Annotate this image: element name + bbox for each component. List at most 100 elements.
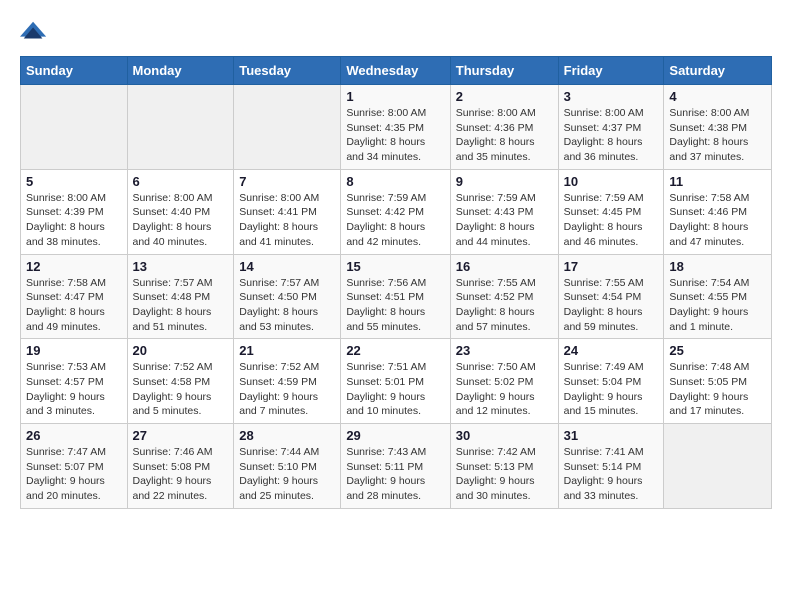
calendar-cell: 12Sunrise: 7:58 AMSunset: 4:47 PMDayligh… bbox=[21, 254, 128, 339]
column-header-monday: Monday bbox=[127, 57, 234, 85]
day-number: 12 bbox=[26, 259, 122, 274]
calendar-cell: 11 Sunrise: 7:58 AMSunset: 4:46 PMDayligh… bbox=[664, 169, 772, 254]
day-info: Sunrise: 8:00 AMSunset: 4:37 PMDaylight:… bbox=[564, 106, 659, 165]
day-number: 15 bbox=[346, 259, 444, 274]
page: SundayMondayTuesdayWednesdayThursdayFrid… bbox=[0, 0, 792, 527]
day-info: Sunrise: 7:52 AMSunset: 4:58 PMDaylight:… bbox=[133, 360, 229, 419]
day-info: Sunrise: 7:50 AMSunset: 5:02 PMDaylight:… bbox=[456, 360, 553, 419]
day-number: 29 bbox=[346, 428, 444, 443]
day-info: Sunrise: 8:00 AMSunset: 4:41 PMDaylight:… bbox=[239, 191, 335, 250]
column-header-saturday: Saturday bbox=[664, 57, 772, 85]
calendar-cell: 27 Sunrise: 7:46 AMSunset: 5:08 PMDayligh… bbox=[127, 424, 234, 509]
day-number: 7 bbox=[239, 174, 335, 189]
day-number: 30 bbox=[456, 428, 553, 443]
calendar-cell: 22 Sunrise: 7:51 AMSunset: 5:01 PMDayligh… bbox=[341, 339, 450, 424]
day-info: Sunrise: 8:00 AMSunset: 4:35 PMDaylight:… bbox=[346, 106, 444, 165]
day-number: 21 bbox=[239, 343, 335, 358]
calendar-cell: 25Sunrise: 7:48 AMSunset: 5:05 PMDayligh… bbox=[664, 339, 772, 424]
column-header-sunday: Sunday bbox=[21, 57, 128, 85]
day-info: Sunrise: 7:58 AMSunset: 4:46 PMDaylight:… bbox=[669, 191, 766, 250]
day-info: Sunrise: 7:55 AMSunset: 4:54 PMDaylight:… bbox=[564, 276, 659, 335]
day-number: 17 bbox=[564, 259, 659, 274]
column-header-tuesday: Tuesday bbox=[234, 57, 341, 85]
calendar-cell: 9Sunrise: 7:59 AMSunset: 4:43 PMDaylight… bbox=[450, 169, 558, 254]
day-info: Sunrise: 7:59 AMSunset: 4:45 PMDaylight:… bbox=[564, 191, 659, 250]
column-header-friday: Friday bbox=[558, 57, 664, 85]
day-number: 10 bbox=[564, 174, 659, 189]
day-info: Sunrise: 7:57 AMSunset: 4:50 PMDaylight:… bbox=[239, 276, 335, 335]
day-number: 26 bbox=[26, 428, 122, 443]
day-info: Sunrise: 7:47 AMSunset: 5:07 PMDaylight:… bbox=[26, 445, 122, 504]
day-number: 1 bbox=[346, 89, 444, 104]
calendar-cell: 14Sunrise: 7:57 AMSunset: 4:50 PMDayligh… bbox=[234, 254, 341, 339]
day-info: Sunrise: 8:00 AMSunset: 4:38 PMDaylight:… bbox=[669, 106, 766, 165]
calendar-header-row: SundayMondayTuesdayWednesdayThursdayFrid… bbox=[21, 57, 772, 85]
day-number: 20 bbox=[133, 343, 229, 358]
day-info: Sunrise: 7:59 AMSunset: 4:42 PMDaylight:… bbox=[346, 191, 444, 250]
logo bbox=[20, 18, 52, 46]
calendar-table: SundayMondayTuesdayWednesdayThursdayFrid… bbox=[20, 56, 772, 509]
calendar-cell: 8 Sunrise: 7:59 AMSunset: 4:42 PMDaylight… bbox=[341, 169, 450, 254]
day-number: 4 bbox=[669, 89, 766, 104]
calendar-cell: 17 Sunrise: 7:55 AMSunset: 4:54 PMDayligh… bbox=[558, 254, 664, 339]
calendar-cell bbox=[127, 85, 234, 170]
calendar-cell: 19 Sunrise: 7:53 AMSunset: 4:57 PMDayligh… bbox=[21, 339, 128, 424]
day-info: Sunrise: 7:44 AMSunset: 5:10 PMDaylight:… bbox=[239, 445, 335, 504]
calendar-week-3: 12Sunrise: 7:58 AMSunset: 4:47 PMDayligh… bbox=[21, 254, 772, 339]
calendar-cell: 28 Sunrise: 7:44 AMSunset: 5:10 PMDayligh… bbox=[234, 424, 341, 509]
calendar-cell: 18 Sunrise: 7:54 AMSunset: 4:55 PMDayligh… bbox=[664, 254, 772, 339]
day-info: Sunrise: 8:00 AMSunset: 4:39 PMDaylight:… bbox=[26, 191, 122, 250]
calendar-cell: 7 Sunrise: 8:00 AMSunset: 4:41 PMDaylight… bbox=[234, 169, 341, 254]
calendar-cell: 13 Sunrise: 7:57 AMSunset: 4:48 PMDayligh… bbox=[127, 254, 234, 339]
calendar-cell: 20 Sunrise: 7:52 AMSunset: 4:58 PMDayligh… bbox=[127, 339, 234, 424]
calendar-cell: 30Sunrise: 7:42 AMSunset: 5:13 PMDayligh… bbox=[450, 424, 558, 509]
day-number: 6 bbox=[133, 174, 229, 189]
day-info: Sunrise: 7:43 AMSunset: 5:11 PMDaylight:… bbox=[346, 445, 444, 504]
day-info: Sunrise: 7:51 AMSunset: 5:01 PMDaylight:… bbox=[346, 360, 444, 419]
calendar-week-5: 26 Sunrise: 7:47 AMSunset: 5:07 PMDayligh… bbox=[21, 424, 772, 509]
day-number: 24 bbox=[564, 343, 659, 358]
day-info: Sunrise: 8:00 AMSunset: 4:40 PMDaylight:… bbox=[133, 191, 229, 250]
day-number: 27 bbox=[133, 428, 229, 443]
day-info: Sunrise: 8:00 AMSunset: 4:36 PMDaylight:… bbox=[456, 106, 553, 165]
day-info: Sunrise: 7:49 AMSunset: 5:04 PMDaylight:… bbox=[564, 360, 659, 419]
calendar-cell: 5 Sunrise: 8:00 AMSunset: 4:39 PMDaylight… bbox=[21, 169, 128, 254]
column-header-wednesday: Wednesday bbox=[341, 57, 450, 85]
day-info: Sunrise: 7:46 AMSunset: 5:08 PMDaylight:… bbox=[133, 445, 229, 504]
day-info: Sunrise: 7:54 AMSunset: 4:55 PMDaylight:… bbox=[669, 276, 766, 335]
day-number: 16 bbox=[456, 259, 553, 274]
calendar-week-4: 19 Sunrise: 7:53 AMSunset: 4:57 PMDayligh… bbox=[21, 339, 772, 424]
day-number: 19 bbox=[26, 343, 122, 358]
calendar-cell: 26 Sunrise: 7:47 AMSunset: 5:07 PMDayligh… bbox=[21, 424, 128, 509]
column-header-thursday: Thursday bbox=[450, 57, 558, 85]
day-number: 23 bbox=[456, 343, 553, 358]
day-number: 5 bbox=[26, 174, 122, 189]
day-number: 3 bbox=[564, 89, 659, 104]
calendar-cell bbox=[664, 424, 772, 509]
calendar-cell: 21 Sunrise: 7:52 AMSunset: 4:59 PMDayligh… bbox=[234, 339, 341, 424]
calendar-week-1: 1 Sunrise: 8:00 AMSunset: 4:35 PMDaylight… bbox=[21, 85, 772, 170]
calendar-cell bbox=[21, 85, 128, 170]
calendar-cell: 24 Sunrise: 7:49 AMSunset: 5:04 PMDayligh… bbox=[558, 339, 664, 424]
day-number: 11 bbox=[669, 174, 766, 189]
day-info: Sunrise: 7:59 AMSunset: 4:43 PMDaylight:… bbox=[456, 191, 553, 250]
calendar-cell: 16 Sunrise: 7:55 AMSunset: 4:52 PMDayligh… bbox=[450, 254, 558, 339]
day-number: 18 bbox=[669, 259, 766, 274]
day-number: 28 bbox=[239, 428, 335, 443]
calendar-cell: 2Sunrise: 8:00 AMSunset: 4:36 PMDaylight… bbox=[450, 85, 558, 170]
day-number: 8 bbox=[346, 174, 444, 189]
day-number: 13 bbox=[133, 259, 229, 274]
logo-icon bbox=[20, 18, 48, 46]
calendar-cell: 1 Sunrise: 8:00 AMSunset: 4:35 PMDaylight… bbox=[341, 85, 450, 170]
day-info: Sunrise: 7:52 AMSunset: 4:59 PMDaylight:… bbox=[239, 360, 335, 419]
calendar-cell: 4 Sunrise: 8:00 AMSunset: 4:38 PMDaylight… bbox=[664, 85, 772, 170]
day-info: Sunrise: 7:53 AMSunset: 4:57 PMDaylight:… bbox=[26, 360, 122, 419]
calendar-cell: 10 Sunrise: 7:59 AMSunset: 4:45 PMDayligh… bbox=[558, 169, 664, 254]
calendar-week-2: 5 Sunrise: 8:00 AMSunset: 4:39 PMDaylight… bbox=[21, 169, 772, 254]
day-info: Sunrise: 7:57 AMSunset: 4:48 PMDaylight:… bbox=[133, 276, 229, 335]
day-number: 25 bbox=[669, 343, 766, 358]
day-number: 22 bbox=[346, 343, 444, 358]
calendar-cell: 29 Sunrise: 7:43 AMSunset: 5:11 PMDayligh… bbox=[341, 424, 450, 509]
header bbox=[20, 18, 772, 46]
day-info: Sunrise: 7:55 AMSunset: 4:52 PMDaylight:… bbox=[456, 276, 553, 335]
